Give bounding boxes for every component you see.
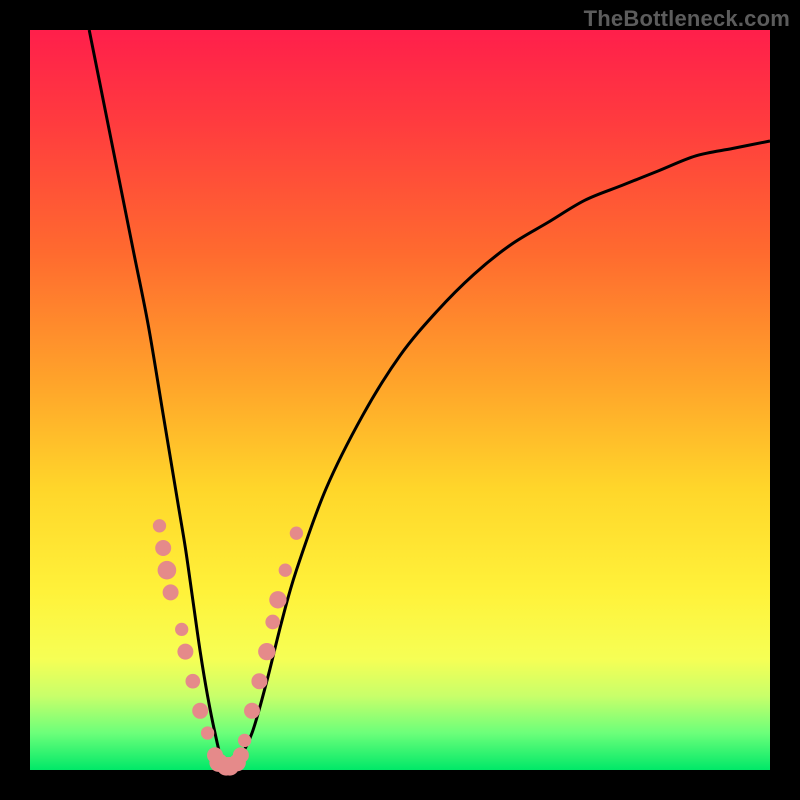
curve-marker <box>177 644 193 660</box>
curve-marker <box>158 561 177 580</box>
watermark-text: TheBottleneck.com <box>584 6 790 32</box>
plot-area <box>30 30 770 770</box>
chart-frame: TheBottleneck.com <box>0 0 800 800</box>
curve-marker <box>175 623 188 636</box>
curve-marker <box>233 747 249 763</box>
curve-marker <box>251 673 267 689</box>
curve-marker <box>265 615 280 630</box>
curve-marker <box>155 540 171 556</box>
chart-svg <box>30 30 770 770</box>
curve-marker <box>290 527 303 540</box>
curve-marker <box>258 643 275 660</box>
curve-marker <box>153 519 166 532</box>
curve-marker <box>163 584 179 600</box>
marker-layer <box>153 519 303 775</box>
curve-marker <box>192 703 208 719</box>
curve-marker <box>201 726 214 739</box>
curve-marker <box>279 564 292 577</box>
curve-marker <box>244 703 260 719</box>
bottleneck-curve <box>89 30 770 770</box>
curve-marker <box>185 674 200 689</box>
curve-marker <box>238 734 251 747</box>
curve-marker <box>269 591 286 608</box>
